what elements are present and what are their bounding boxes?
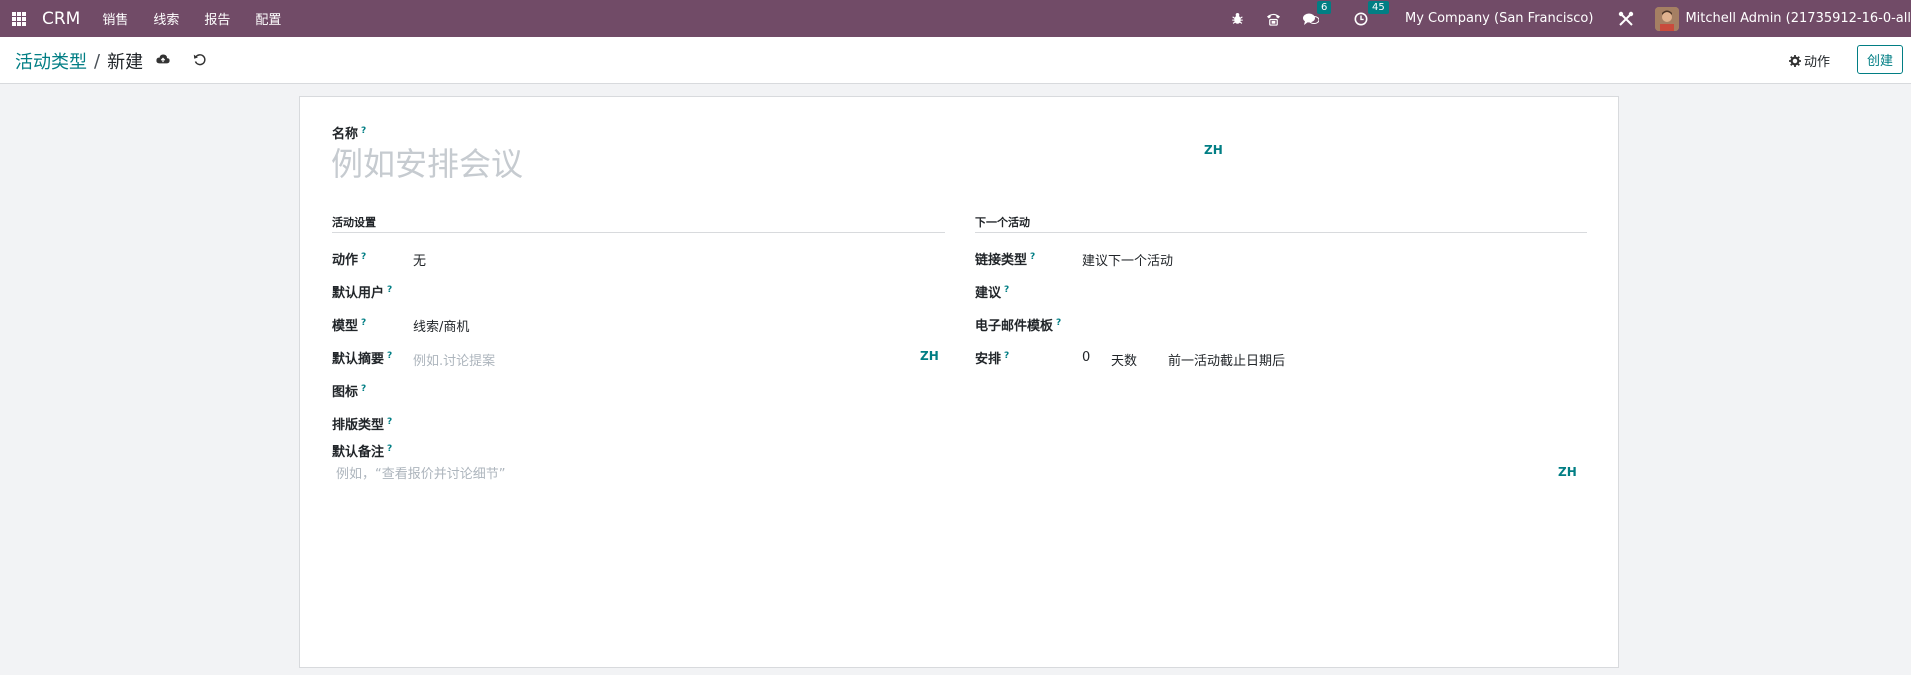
breadcrumb-separator: / xyxy=(94,50,101,72)
default-note-label: 默认备注? xyxy=(332,443,393,460)
activity-count-badge: 45 xyxy=(1367,0,1389,14)
default-summary-input[interactable]: 例如.讨论提案 xyxy=(413,350,495,369)
default-user-input[interactable] xyxy=(413,283,933,299)
menu-configuration[interactable]: 配置 xyxy=(255,9,281,28)
menu-leads[interactable]: 线索 xyxy=(153,9,179,28)
icon-input[interactable] xyxy=(413,382,933,398)
action-menu-label: 动作 xyxy=(1804,55,1831,70)
tools-icon[interactable] xyxy=(1618,11,1634,27)
cloud-upload-icon[interactable] xyxy=(156,53,170,65)
name-translate-button[interactable]: ZH xyxy=(1204,143,1223,157)
chat-count-badge: 6 xyxy=(1316,0,1332,14)
create-button[interactable]: 创建 xyxy=(1857,45,1903,74)
decoration-type-label: 排版类型? xyxy=(332,416,393,433)
decoration-type-select[interactable] xyxy=(413,415,933,431)
email-templates-label: 电子邮件模板? xyxy=(975,317,1062,334)
company-switcher[interactable]: My Company (San Francisco) xyxy=(1405,11,1593,26)
breadcrumb-current: 新建 xyxy=(107,52,144,73)
gear-icon xyxy=(1789,54,1801,67)
user-menu[interactable]: Mitchell Admin (21735912-16-0-all xyxy=(1685,11,1911,26)
model-label: 模型? xyxy=(332,317,367,334)
schedule-delay-count-input[interactable]: 0 xyxy=(1082,350,1090,365)
control-panel: 活动类型 / 新建 动作 创建 xyxy=(0,37,1911,84)
undo-icon[interactable] xyxy=(193,53,206,66)
menu-sales[interactable]: 销售 xyxy=(102,9,128,28)
breadcrumb-activity-types[interactable]: 活动类型 xyxy=(15,48,87,74)
menu-reporting[interactable]: 报告 xyxy=(204,9,230,28)
note-translate-button[interactable]: ZH xyxy=(1558,465,1577,479)
phone-icon[interactable] xyxy=(1266,12,1281,26)
apps-grid-icon[interactable] xyxy=(12,11,26,26)
bug-icon[interactable] xyxy=(1231,12,1244,25)
chaining-type-select[interactable]: 建议下一个活动 xyxy=(1082,250,1173,269)
name-input[interactable]: 例如安排会议 xyxy=(331,139,523,185)
action-menu-button[interactable]: 动作 xyxy=(1789,51,1830,70)
email-templates-input[interactable] xyxy=(1082,316,1582,332)
app-brand[interactable]: CRM xyxy=(42,9,80,29)
default-user-label: 默认用户? xyxy=(332,284,393,301)
avatar[interactable] xyxy=(1655,6,1680,31)
action-label: 动作? xyxy=(332,251,367,268)
help-tooltip-icon[interactable]: ? xyxy=(361,126,366,136)
top-navbar: CRM 销售 线索 报告 配置 6 45 My Company (San Fra… xyxy=(0,0,1911,37)
schedule-label: 安排? xyxy=(975,350,1010,367)
summary-translate-button[interactable]: ZH xyxy=(920,349,939,363)
default-note-editor[interactable]: 例如，“查看报价并讨论细节” xyxy=(336,463,505,482)
chaining-type-label: 链接类型? xyxy=(975,251,1036,268)
action-select[interactable]: 无 xyxy=(413,250,426,269)
section-activity-settings: 活动设置 xyxy=(332,214,945,233)
section-next-activity: 下一个活动 xyxy=(975,214,1587,233)
navbar-systray: 6 45 My Company (San Francisco) Mitchell… xyxy=(1220,0,1911,37)
chat-icon[interactable]: 6 xyxy=(1302,0,1332,26)
icon-label: 图标? xyxy=(332,383,367,400)
schedule-delay-from-select[interactable]: 前一活动截止日期后 xyxy=(1168,350,1285,369)
default-summary-label: 默认摘要? xyxy=(332,350,393,367)
schedule-delay-unit-select[interactable]: 天数 xyxy=(1111,350,1137,369)
model-input[interactable]: 线索/商机 xyxy=(413,316,469,335)
breadcrumb: 活动类型 / 新建 xyxy=(15,48,143,74)
suggest-input[interactable] xyxy=(1082,283,1582,299)
form-sheet: 名称? 例如安排会议 ZH 活动设置 动作? 无 默认用户? 模型? 线索/商机… xyxy=(299,96,1619,668)
clock-icon[interactable]: 45 xyxy=(1354,0,1389,26)
suggest-label: 建议? xyxy=(975,284,1010,301)
